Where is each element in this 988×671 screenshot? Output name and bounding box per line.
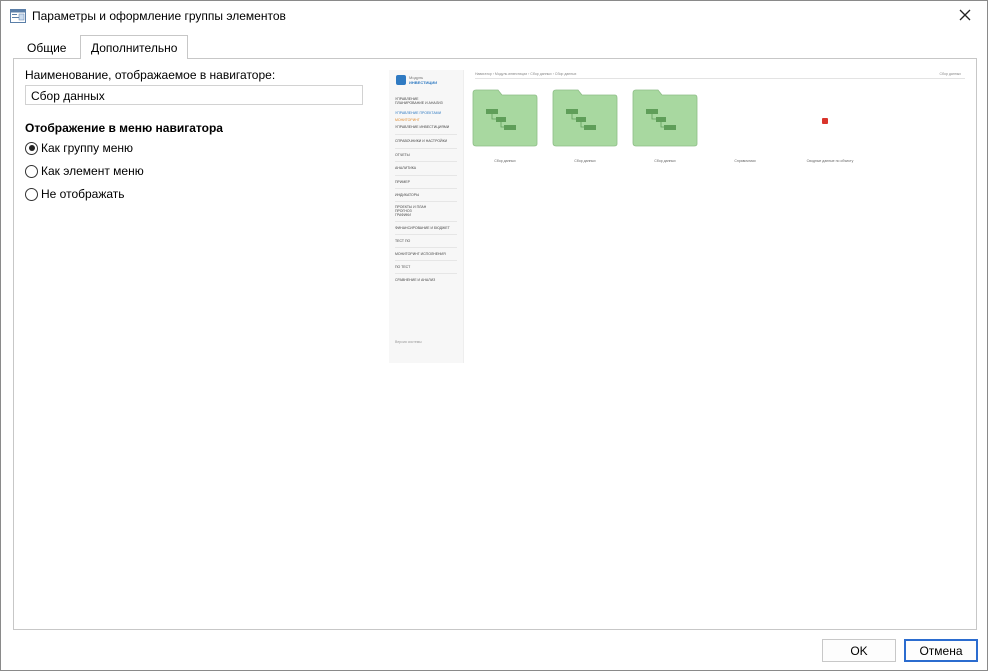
divider	[395, 273, 457, 274]
folder-caption: Сбор данных	[494, 159, 516, 163]
preview-menu-item: ИНДИКАТОРЫ	[395, 193, 420, 197]
dialog-window: Параметры и оформление группы элементов …	[0, 0, 988, 671]
window-icon	[10, 9, 26, 23]
close-button[interactable]	[943, 1, 987, 31]
display-section-title: Отображение в меню навигатора	[25, 121, 223, 135]
divider	[395, 134, 457, 135]
divider	[395, 247, 457, 248]
preview-menu-item: ПЛАНИРОВАНИЕ И АНАЛИЗ	[395, 101, 443, 105]
preview-breadcrumb: Навигатор › Модуль инвестиции › Сбор дан…	[475, 72, 577, 76]
preview-menu-item: ПО ТЕСТ	[395, 265, 411, 269]
close-icon	[959, 9, 971, 24]
navigator-preview: Модуль ИНВЕСТИЦИИ УПРАВЛЕНИЕ ПЛАНИРОВАНИ…	[389, 70, 967, 363]
tab-general[interactable]: Общие	[17, 37, 76, 59]
radio-label: Как группу меню	[41, 141, 134, 155]
preview-top-right: Сбор данных	[939, 72, 961, 76]
preview-top-bar: Навигатор › Модуль инвестиции › Сбор дан…	[475, 71, 965, 79]
divider	[395, 161, 457, 162]
tab-additional[interactable]: Дополнительно	[80, 35, 189, 59]
title-bar: Параметры и оформление группы элементов	[1, 1, 987, 32]
folder-icon	[552, 89, 618, 147]
radio-hide[interactable]: Не отображать	[25, 186, 125, 202]
preview-menu-item: АНАЛИТИКА	[395, 166, 417, 170]
preview-menu-item: ПРИМЕР	[395, 180, 410, 184]
folder-caption: Сбор данных	[574, 159, 596, 163]
ok-button[interactable]: OK	[822, 639, 896, 662]
preview-menu-item: СПРАВОЧНИКИ И НАСТРОЙКИ	[395, 139, 448, 143]
name-input[interactable]: Сбор данных	[25, 85, 363, 105]
divider	[395, 221, 457, 222]
item-caption: Справочники	[734, 159, 756, 163]
divider	[395, 148, 457, 149]
preview-menu-item: ФИНАНСИРОВАНИЕ И БЮДЖЕТ	[395, 226, 450, 230]
tab-panel: Наименование, отображаемое в навигаторе:…	[13, 58, 977, 630]
window-title: Параметры и оформление группы элементов	[32, 9, 286, 23]
radio-button[interactable]	[25, 164, 38, 178]
preview-menu-item: ОТЧЕТЫ	[395, 153, 410, 157]
tab-bar: Общие Дополнительно	[1, 35, 987, 59]
radio-label: Как элемент меню	[41, 164, 144, 178]
folder-icon	[472, 89, 538, 147]
preview-menu-item: МОНИТОРИНГ ИСПОЛНЕНИЯ	[395, 252, 446, 256]
divider	[395, 201, 457, 202]
divider	[395, 260, 457, 261]
divider	[395, 175, 457, 176]
preview-menu-item: СРАВНЕНИЕ И АНАЛИЗ	[395, 278, 436, 282]
preview-logo-title: ИНВЕСТИЦИИ	[409, 80, 438, 85]
preview-menu-item: УПРАВЛЕНИЕ ИНВЕСТИЦИЯМИ	[395, 125, 450, 129]
folder-icon	[632, 89, 698, 147]
preview-logo-icon	[396, 75, 406, 85]
folder-caption: Сбор данных	[654, 159, 676, 163]
preview-menu-item: УПРАВЛЕНИЕ ПРОЕКТАМИ	[395, 111, 442, 115]
preview-sidebar: Модуль ИНВЕСТИЦИИ УПРАВЛЕНИЕ ПЛАНИРОВАНИ…	[389, 70, 464, 363]
name-label: Наименование, отображаемое в навигаторе:	[25, 68, 276, 82]
item-caption: Сводные данные по объекту	[806, 159, 854, 163]
preview-menu-item: ТЕСТ ПО	[395, 239, 411, 243]
radio-button[interactable]	[25, 187, 38, 201]
divider	[395, 188, 457, 189]
radio-as-element[interactable]: Как элемент меню	[25, 163, 144, 179]
radio-as-group[interactable]: Как группу меню	[25, 140, 133, 156]
cancel-button[interactable]: Отмена	[904, 639, 978, 662]
preview-menu-item: ГРАФИКИ	[395, 213, 411, 217]
divider	[395, 234, 457, 235]
radio-button[interactable]	[25, 141, 38, 155]
delete-icon	[822, 118, 828, 124]
preview-version: Версия системы	[395, 340, 422, 344]
preview-menu-item: МОНИТОРИНГ	[395, 118, 420, 122]
radio-label: Не отображать	[41, 187, 125, 201]
